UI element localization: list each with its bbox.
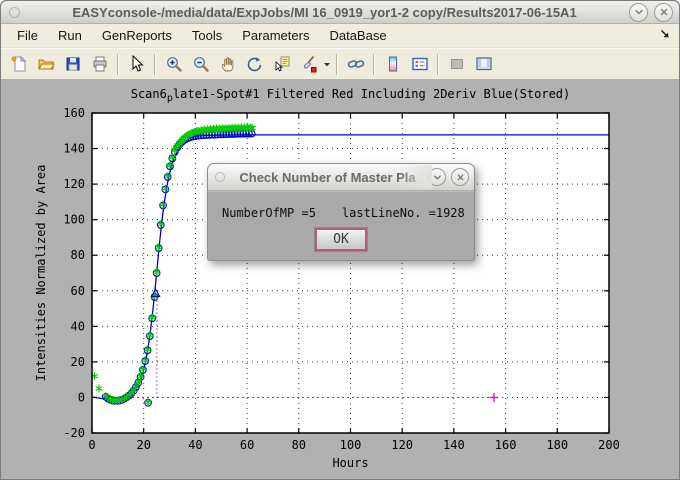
menu-bar: FileRunGenReportsToolsParametersDataBase [1,24,679,48]
show-plot-tools-button[interactable] [470,51,497,77]
new-figure-icon [10,55,28,73]
window-close-button[interactable] [654,3,673,22]
app-window: EASYconsole-/media/data/ExpJobs/MI 16_09… [0,0,680,480]
dialog-body: NumberOfMP =5 lastLineNo. =1928 OK [208,191,474,259]
toolbar-separator [117,54,119,75]
ok-button[interactable]: OK [315,228,367,251]
new-figure-button[interactable] [5,51,32,77]
data-cursor-icon [273,55,291,73]
y-tick-label: 20 [71,355,85,369]
data-cursor-button[interactable] [268,51,295,77]
edit-plot-button[interactable] [123,51,150,77]
edit-plot-icon [128,55,146,73]
print-figure-icon [91,55,109,73]
x-tick-label: 40 [188,438,202,452]
y-tick-label: 40 [71,319,85,333]
brush-button[interactable] [295,51,322,77]
zoom-out-button[interactable] [187,51,214,77]
dialog-close-button[interactable] [451,168,469,186]
chart-canvas[interactable]: 020406080100120140160180200-200204060801… [1,79,679,479]
save-figure-button[interactable] [59,51,86,77]
x-tick-label: 20 [136,438,150,452]
hide-plot-tools-button [443,51,470,77]
link-plot-button[interactable] [342,51,369,77]
brush-icon [300,55,318,73]
insert-colorbar-icon [384,55,402,73]
print-figure-button[interactable] [86,51,113,77]
y-tick-label: 140 [63,142,85,156]
hide-plot-tools-icon [448,55,466,73]
window-menu-icon[interactable] [9,7,20,18]
dialog-menu-icon[interactable] [215,172,225,182]
insert-colorbar-button[interactable] [379,51,406,77]
menu-item-file[interactable]: File [7,25,48,47]
window-titlebar[interactable]: EASYconsole-/media/data/ExpJobs/MI 16_09… [1,1,679,24]
y-tick-label: 80 [71,248,85,262]
x-tick-label: 160 [495,438,517,452]
insert-legend-button[interactable] [406,51,433,77]
zoom-in-button[interactable] [160,51,187,77]
brush-dropdown-caret[interactable] [322,51,332,77]
y-tick-label: 0 [78,390,85,404]
toolbar-separator [154,54,156,75]
dialog-field-lastlineno: lastLineNo. =1928 [342,206,465,220]
x-tick-label: 100 [340,438,362,452]
show-plot-tools-icon [475,55,493,73]
y-tick-label: 120 [63,177,85,191]
x-tick-label: 80 [292,438,306,452]
open-file-icon [37,55,55,73]
save-figure-icon [64,55,82,73]
dialog-check-number-of-master-plates: Check Number of Master Pla NumberOfMP =5… [207,163,475,261]
menu-item-database[interactable]: DataBase [319,25,396,47]
toolbar [1,48,679,81]
toolbar-separator [373,54,375,75]
close-icon [659,7,669,17]
close-icon [456,173,465,182]
chart-title: Scan6plate1-Spot#1 Filtered Red Includin… [131,87,571,104]
link-plot-icon [347,55,365,73]
pan-icon [219,55,237,73]
dialog-titlebar[interactable]: Check Number of Master Pla [208,164,474,191]
y-axis-label: Intensities Normalized by Area [34,165,48,382]
toolbar-separator [336,54,338,75]
chevron-down-icon [634,7,644,17]
open-file-button[interactable] [32,51,59,77]
pan-button[interactable] [214,51,241,77]
y-tick-label: 160 [63,106,85,120]
chevron-down-icon [433,173,442,182]
menu-item-tools[interactable]: Tools [182,25,232,47]
x-tick-label: 60 [240,438,254,452]
rotate-3d-icon [246,55,264,73]
x-tick-label: 0 [88,438,95,452]
window-title: EASYconsole-/media/data/ExpJobs/MI 16_09… [20,5,629,20]
insert-legend-icon [411,55,429,73]
menu-item-genreports[interactable]: GenReports [92,25,182,47]
menu-item-run[interactable]: Run [48,25,92,47]
zoom-out-icon [192,55,210,73]
y-tick-label: 100 [63,213,85,227]
x-tick-label: 200 [598,438,620,452]
y-tick-label: 60 [71,284,85,298]
window-shade-button[interactable] [629,3,648,22]
figure-area: 020406080100120140160180200-200204060801… [1,79,679,479]
x-tick-label: 140 [443,438,465,452]
dialog-message: NumberOfMP =5 lastLineNo. =1928 [222,206,465,220]
menu-item-parameters[interactable]: Parameters [232,25,319,47]
undock-arrow-icon[interactable] [659,28,671,43]
x-tick-label: 180 [546,438,568,452]
zoom-in-icon [165,55,183,73]
dialog-field-numberofmp: NumberOfMP =5 [222,206,316,220]
toolbar-separator [437,54,439,75]
x-tick-label: 120 [391,438,413,452]
dialog-title-fade [398,165,432,189]
y-tick-label: -20 [63,426,85,440]
rotate-3d-button[interactable] [241,51,268,77]
x-axis-label: Hours [332,456,368,470]
